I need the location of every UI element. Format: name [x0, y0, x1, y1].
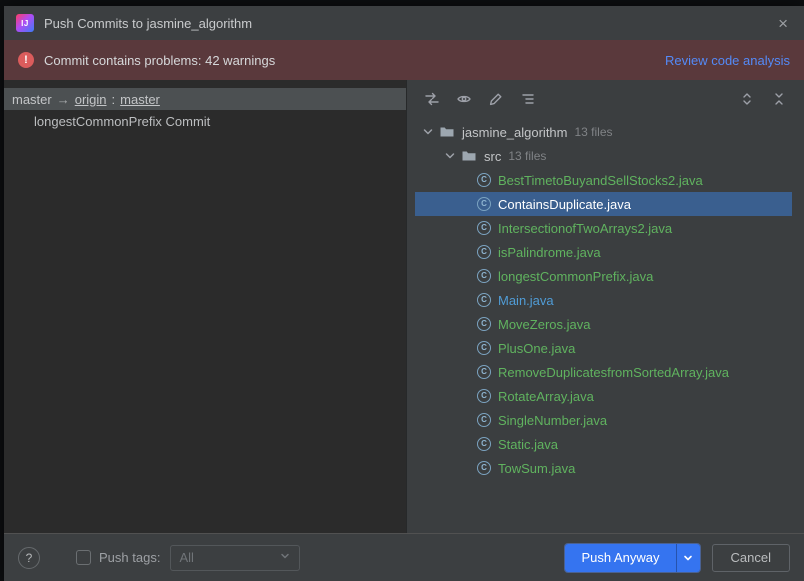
class-icon: C — [477, 365, 491, 379]
file-name: PlusOne.java — [498, 340, 576, 356]
file-name: TowSum.java — [498, 460, 576, 476]
commit-message-row[interactable]: longestCommonPrefix Commit — [4, 110, 406, 132]
folder-icon — [461, 148, 477, 164]
class-icon: C — [477, 341, 491, 355]
branch-colon: : — [111, 91, 116, 107]
tree-file-row[interactable]: C BestTimetoBuyandSellStocks2.java — [415, 168, 792, 192]
class-icon: C — [477, 269, 491, 283]
file-name: IntersectionofTwoArrays2.java — [498, 220, 673, 236]
tree-file-row[interactable]: C MoveZeros.java — [415, 312, 792, 336]
tree-file-row[interactable]: C SingleNumber.java — [415, 408, 792, 432]
collapse-all-icon[interactable] — [766, 87, 792, 111]
dialog-titlebar: IJ Push Commits to jasmine_algorithm × — [4, 6, 804, 40]
dialog-footer: ? Push tags: All Push Anyway Cancel — [4, 533, 804, 581]
tree-file-row[interactable]: C IntersectionofTwoArrays2.java — [415, 216, 792, 240]
tree-file-row[interactable]: C TowSum.java — [415, 456, 792, 480]
file-name: SingleNumber.java — [498, 412, 608, 428]
review-code-analysis-link[interactable]: Review code analysis — [665, 53, 790, 68]
class-icon: C — [477, 461, 491, 475]
tree-file-row[interactable]: C ContainsDuplicate.java — [415, 192, 792, 216]
folder-name: jasmine_algorithm — [462, 124, 568, 140]
main-area: master → origin : master longestCommonPr… — [4, 80, 804, 533]
remote-link[interactable]: origin — [75, 92, 107, 107]
chevron-down-icon[interactable] — [443, 149, 457, 163]
files-panel: jasmine_algorithm 13 files src 13 files … — [407, 80, 804, 533]
error-icon: ! — [18, 52, 34, 68]
files-toolbar — [407, 80, 804, 118]
push-commits-dialog: IJ Push Commits to jasmine_algorithm × !… — [4, 6, 804, 581]
cancel-button[interactable]: Cancel — [711, 543, 790, 572]
tree-file-row[interactable]: C RemoveDuplicatesfromSortedArray.java — [415, 360, 792, 384]
class-icon: C — [477, 317, 491, 331]
class-icon: C — [477, 437, 491, 451]
file-name: ContainsDuplicate.java — [498, 196, 631, 212]
class-icon: C — [477, 413, 491, 427]
tree-src-folder-row[interactable]: src 13 files — [407, 144, 804, 168]
remote-branch-link[interactable]: master — [120, 92, 160, 107]
file-tree: jasmine_algorithm 13 files src 13 files … — [407, 118, 804, 533]
intellij-logo-icon: IJ — [16, 14, 34, 32]
tree-root-folder-row[interactable]: jasmine_algorithm 13 files — [407, 120, 804, 144]
file-name: MoveZeros.java — [498, 316, 591, 332]
warning-banner: ! Commit contains problems: 42 warnings … — [4, 40, 804, 80]
push-anyway-split-button: Push Anyway — [565, 543, 700, 572]
folder-name: src — [484, 148, 502, 164]
push-anyway-button[interactable]: Push Anyway — [565, 543, 676, 572]
local-branch-label: master — [12, 91, 52, 107]
tree-file-row[interactable]: ClongestCommonPrefix.java — [415, 264, 792, 288]
swap-arrows-icon[interactable] — [419, 87, 445, 111]
file-name: Main.java — [498, 292, 554, 308]
chevron-down-icon[interactable] — [421, 125, 435, 139]
tree-file-row[interactable]: C Static.java — [415, 432, 792, 456]
arrow-icon: → — [56, 91, 70, 107]
tree-file-row[interactable]: CisPalindrome.java — [415, 240, 792, 264]
dialog-title: Push Commits to jasmine_algorithm — [44, 15, 253, 31]
tags-combobox[interactable]: All — [170, 544, 301, 571]
tree-file-row[interactable]: C RotateArray.java — [415, 384, 792, 408]
class-icon: C — [477, 293, 491, 307]
tree-file-row[interactable]: C Main.java — [415, 288, 792, 312]
folder-icon — [439, 124, 455, 140]
file-name: longestCommonPrefix.java — [498, 268, 654, 284]
tree-file-row[interactable]: C PlusOne.java — [415, 336, 792, 360]
commits-panel: master → origin : master longestCommonPr… — [4, 80, 407, 533]
file-name: Static.java — [498, 436, 558, 452]
class-icon: C — [477, 221, 491, 235]
file-name: BestTimetoBuyandSellStocks2.java — [498, 172, 703, 188]
close-icon[interactable]: × — [774, 13, 792, 34]
class-icon: C — [477, 389, 491, 403]
tags-combobox-value: All — [179, 550, 194, 565]
file-name: RemoveDuplicatesfromSortedArray.java — [498, 364, 729, 380]
file-tree-files: C BestTimetoBuyandSellStocks2.java C Contai… — [407, 168, 804, 480]
push-options-chevron-icon[interactable] — [675, 543, 700, 572]
expand-all-icon[interactable] — [734, 87, 760, 111]
warning-text: Commit contains problems: 42 warnings — [44, 52, 276, 68]
eye-icon[interactable] — [451, 87, 477, 111]
class-icon: C — [477, 173, 491, 187]
push-tags-checkbox[interactable] — [76, 550, 91, 565]
pencil-icon[interactable] — [483, 87, 509, 111]
chevron-down-icon — [279, 550, 291, 565]
class-icon: C — [477, 245, 491, 259]
branch-row[interactable]: master → origin : master — [4, 88, 406, 110]
grouping-icon[interactable] — [515, 87, 541, 111]
file-name: isPalindrome.java — [498, 244, 601, 260]
file-name: RotateArray.java — [498, 388, 594, 404]
class-icon: C — [477, 197, 491, 211]
folder-file-count: 13 files — [508, 149, 547, 163]
folder-file-count: 13 files — [574, 125, 613, 139]
help-button[interactable]: ? — [18, 546, 40, 569]
push-tags-label: Push tags: — [99, 550, 161, 565]
